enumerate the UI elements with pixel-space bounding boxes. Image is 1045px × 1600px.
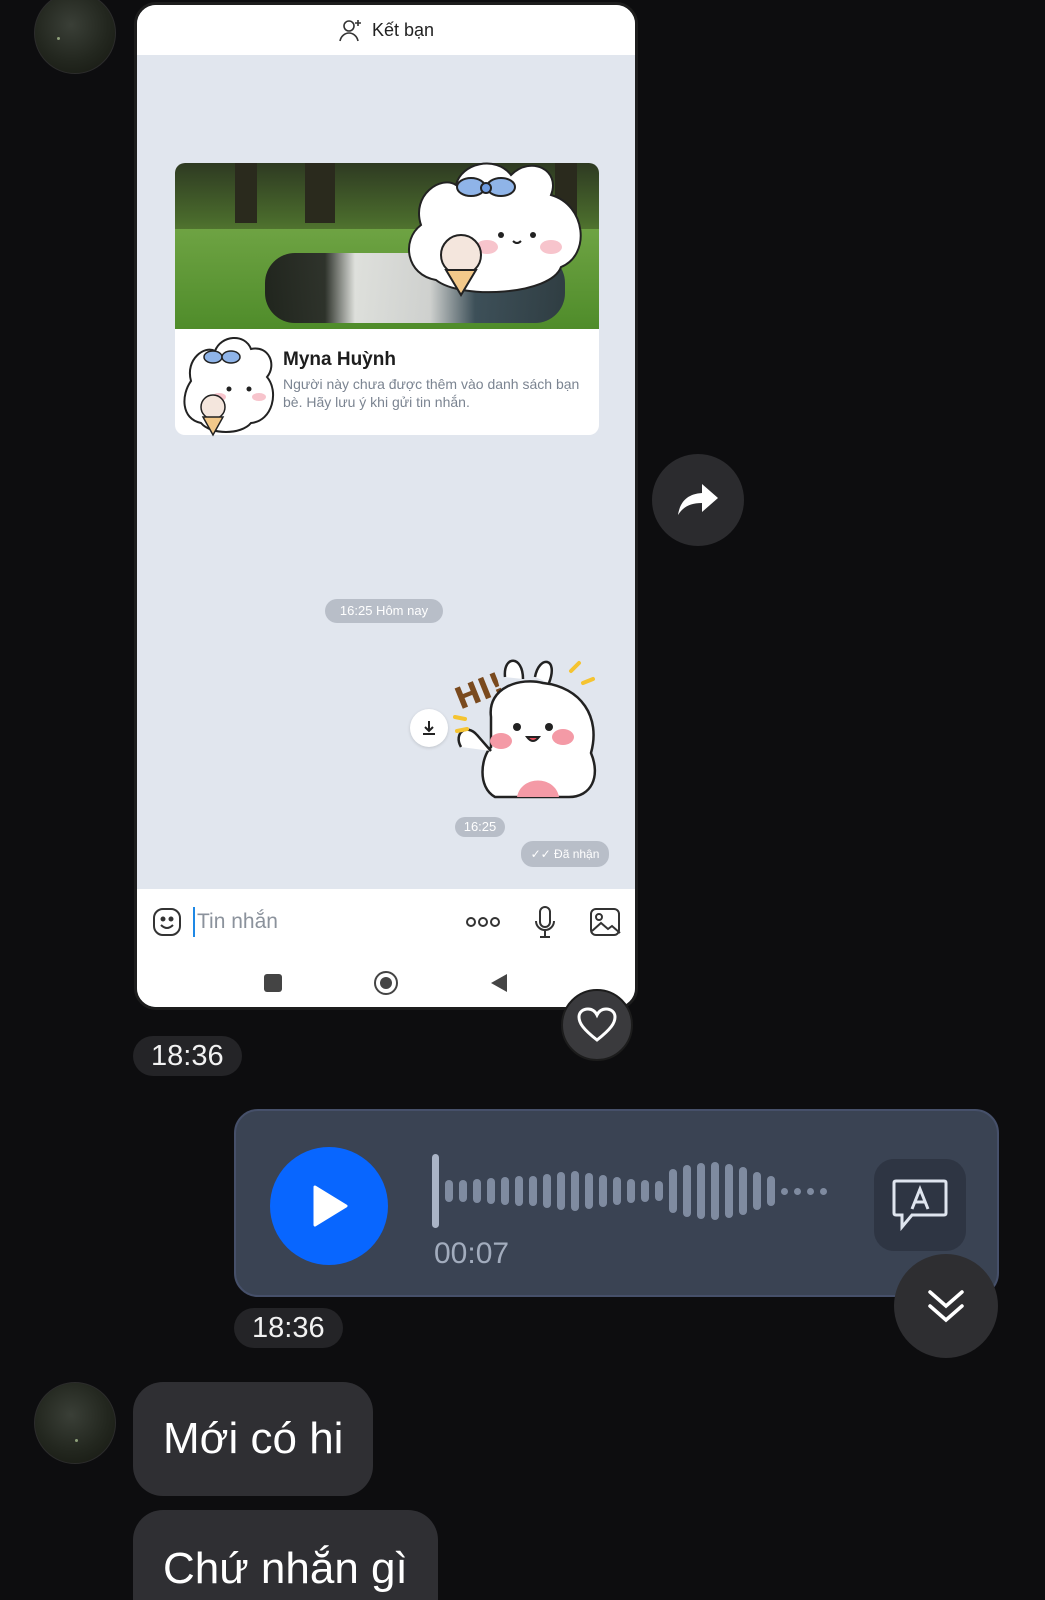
waveform-bar [655,1181,663,1201]
add-friend-icon [339,20,361,42]
waveform-bar [543,1174,551,1208]
waveform-bar [794,1187,801,1195]
waveform-bar [515,1176,523,1206]
waveform-bar [473,1179,481,1203]
profile-avatar [183,337,275,437]
microphone-icon[interactable] [533,905,557,939]
share-icon [678,484,718,515]
waveform-bar [711,1162,719,1220]
voice-duration: 00:07 [434,1237,510,1270]
message-time: 18:36 [133,1036,242,1076]
waveform-bar [585,1173,593,1209]
waveform-bar [725,1164,733,1218]
recent-apps-icon[interactable] [263,973,283,993]
hi-sticker: HI! [451,659,597,799]
waveform-bar [529,1176,537,1206]
waveform-bar [767,1176,775,1206]
scroll-down-button[interactable] [894,1254,998,1358]
waveform-bar [459,1180,467,1202]
waveform-bar [432,1154,439,1228]
more-icon[interactable] [465,916,501,928]
sender-avatar[interactable] [34,1382,116,1464]
waveform-bar [807,1187,814,1195]
sender-avatar[interactable] [34,0,116,74]
android-navbar [137,955,635,1007]
profile-name: Myna Huỳnh [283,349,396,370]
waveform-bar [820,1187,827,1195]
message-input[interactable]: Tin nhắn [197,910,278,934]
double-check-icon: ✓✓ [530,847,555,861]
play-icon [313,1185,348,1227]
add-friend-bar: Kết bạn [137,5,635,55]
voice-message: 00:07 [234,1109,999,1297]
image-message[interactable]: Kết bạn Myna Huỳnh Người này chưa được t… [134,2,638,1010]
waveform-bar [571,1171,579,1211]
sticker-time: 16:25 [455,817,505,837]
waveform-bar [781,1187,788,1195]
add-friend-label: Kết bạn [371,19,435,40]
transcribe-button[interactable] [874,1159,966,1251]
time-divider: 16:25 Hôm nay [325,599,443,623]
heart-icon [577,1007,617,1042]
waveform-bar [445,1180,453,1202]
chevrons-down-icon [928,1290,964,1323]
waveform-bar [613,1177,621,1205]
share-button[interactable] [652,454,744,546]
waveform-bar [557,1172,565,1210]
waveform-bar [501,1177,509,1205]
waveform[interactable] [432,1151,827,1231]
emoji-icon[interactable] [151,906,183,938]
play-button[interactable] [270,1147,388,1265]
message-time: 18:36 [234,1308,343,1348]
waveform-bar [697,1163,705,1219]
waveform-bar [599,1175,607,1207]
profile-card: Myna Huỳnh Người này chưa được thêm vào … [175,162,599,437]
waveform-bar [487,1178,495,1204]
message-bubble[interactable]: Chứ nhắn gì [133,1510,438,1600]
home-icon[interactable] [373,970,399,996]
waveform-bar [683,1165,691,1217]
message-bubble[interactable]: Mới có hi [133,1382,374,1496]
waveform-bar [627,1179,635,1203]
waveform-bar [641,1180,649,1202]
delivery-status: ✓✓ Đã nhận [521,841,609,867]
transcribe-icon [892,1179,948,1232]
waveform-bar [669,1169,677,1213]
download-button[interactable] [410,709,448,747]
download-icon [423,721,435,735]
reaction-button[interactable] [561,989,633,1061]
compose-bar: Tin nhắn [137,889,635,955]
text-cursor [193,907,195,937]
image-icon[interactable] [589,907,621,937]
stranger-warning: Người này chưa được thêm vào danh sách b… [283,376,580,410]
bunny-sticker [408,162,582,297]
waveform-bar [753,1172,761,1210]
back-icon[interactable] [489,972,509,994]
waveform-bar [739,1167,747,1215]
